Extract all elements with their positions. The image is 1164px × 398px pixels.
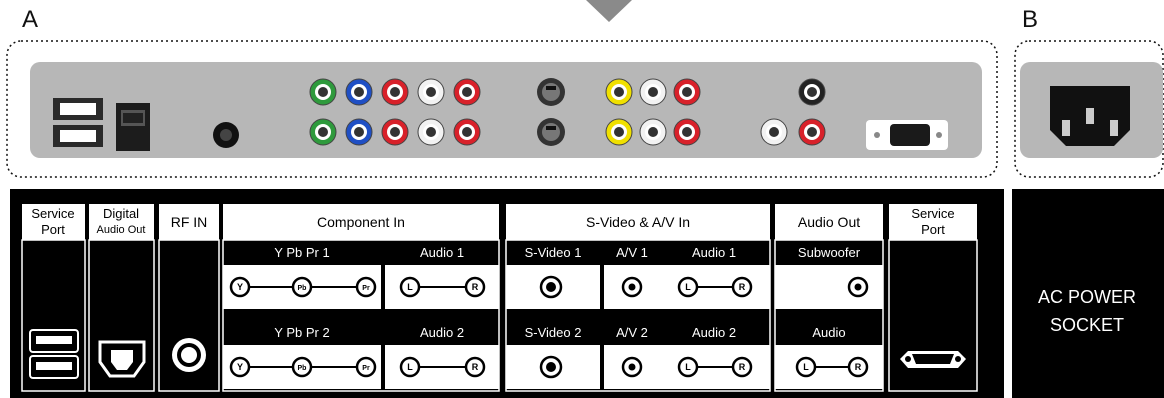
rf-jack-photo xyxy=(213,122,239,148)
svg-text:R: R xyxy=(472,282,479,292)
audio-out-label: Audio Out xyxy=(798,214,860,230)
component-jack xyxy=(417,118,445,146)
svg-text:R: R xyxy=(739,362,746,372)
av1-label: A/V 1 xyxy=(616,245,648,260)
component-jack xyxy=(345,78,373,106)
vga-symbol xyxy=(900,351,966,368)
digital-audio-label-2: Audio Out xyxy=(97,224,146,236)
component-jack xyxy=(453,118,481,146)
svg-text:R: R xyxy=(855,362,862,372)
svg-text:R: R xyxy=(739,282,746,292)
av-left-jack-icon: L xyxy=(677,276,699,298)
pr-jack-icon: Pr xyxy=(355,356,377,378)
av-left-jack-icon: L xyxy=(677,356,699,378)
svg-text:L: L xyxy=(407,362,413,372)
y-jack-icon: Y xyxy=(229,276,251,298)
audio-out-right-jack-icon: R xyxy=(847,356,869,378)
subwoofer-jack xyxy=(798,78,826,106)
svg-text:R: R xyxy=(472,362,479,372)
pointer-arrow xyxy=(586,0,632,22)
y-jack-icon: Y xyxy=(229,356,251,378)
component-jack xyxy=(309,118,337,146)
service-port-label: Service xyxy=(31,206,74,221)
pr-jack-icon: Pr xyxy=(355,276,377,298)
av-jack xyxy=(673,118,701,146)
audio-out-left-jack-icon: L xyxy=(795,356,817,378)
av-video-jack-icon xyxy=(621,276,643,298)
svg-text:Pb: Pb xyxy=(298,365,307,372)
svg-text:Y: Y xyxy=(237,362,243,372)
svg-text:L: L xyxy=(803,362,809,372)
right-audio-jack-icon: R xyxy=(464,356,486,378)
av-right-jack-icon: R xyxy=(731,356,753,378)
service-port-right-label-2: Port xyxy=(921,222,945,237)
svideo1-label: S-Video 1 xyxy=(525,245,582,260)
component-jack xyxy=(453,78,481,106)
subwoofer-label: Subwoofer xyxy=(798,245,861,260)
connector-diagram: Service Port Digital Audio Out RF IN Com… xyxy=(6,0,1164,398)
av-jack xyxy=(639,118,667,146)
av-jack xyxy=(605,118,633,146)
svg-text:Y: Y xyxy=(237,282,243,292)
svideo-jack-icon xyxy=(539,275,563,299)
rf-symbol xyxy=(172,338,206,372)
digital-audio-label: Digital xyxy=(103,206,139,221)
av-jack xyxy=(639,78,667,106)
svg-text:Pb: Pb xyxy=(298,285,307,292)
component-jack xyxy=(381,78,409,106)
svg-text:Pr: Pr xyxy=(362,285,370,292)
ypbpr2-label: Y Pb Pr 2 xyxy=(274,325,329,340)
ac-power-label: AC POWER xyxy=(1038,287,1136,307)
svg-text:Pr: Pr xyxy=(362,365,370,372)
av-audio2-label: Audio 2 xyxy=(692,325,736,340)
audio2-label: Audio 2 xyxy=(420,325,464,340)
svideo2-label: S-Video 2 xyxy=(525,325,582,340)
audio-out-jack xyxy=(760,118,788,146)
av-jack xyxy=(605,78,633,106)
component-jack xyxy=(417,78,445,106)
component-in-label: Component In xyxy=(317,214,405,230)
av-jack xyxy=(673,78,701,106)
right-audio-jack-icon: R xyxy=(464,276,486,298)
av-video-jack-icon xyxy=(621,356,643,378)
av2-label: A/V 2 xyxy=(616,325,648,340)
audio-out-jack xyxy=(798,118,826,146)
optical-port-photo xyxy=(116,103,150,151)
svg-text:L: L xyxy=(685,362,691,372)
av-right-jack-icon: R xyxy=(731,276,753,298)
service-port-label-2: Port xyxy=(41,222,65,237)
left-audio-jack-icon: L xyxy=(399,356,421,378)
svideo-jack-icon xyxy=(539,355,563,379)
component-jack xyxy=(381,118,409,146)
audio-label: Audio xyxy=(812,325,845,340)
svg-text:L: L xyxy=(685,282,691,292)
component-jack xyxy=(345,118,373,146)
pb-jack-icon: Pb xyxy=(291,276,313,298)
subwoofer-jack-icon xyxy=(847,276,869,298)
ypbpr1-label: Y Pb Pr 1 xyxy=(274,245,329,260)
ac-socket-label: SOCKET xyxy=(1050,315,1124,335)
pb-jack-icon: Pb xyxy=(291,356,313,378)
rf-in-label: RF IN xyxy=(171,214,208,230)
service-port-photo xyxy=(866,120,948,150)
av-audio1-label: Audio 1 xyxy=(692,245,736,260)
component-jack xyxy=(309,78,337,106)
audio1-label: Audio 1 xyxy=(420,245,464,260)
left-audio-jack-icon: L xyxy=(399,276,421,298)
svideo-av-in-label: S-Video & A/V In xyxy=(586,214,690,230)
ac-socket-photo xyxy=(1050,86,1130,146)
svg-text:L: L xyxy=(407,282,413,292)
rear-panel xyxy=(30,62,982,158)
service-port-right-label: Service xyxy=(911,206,954,221)
